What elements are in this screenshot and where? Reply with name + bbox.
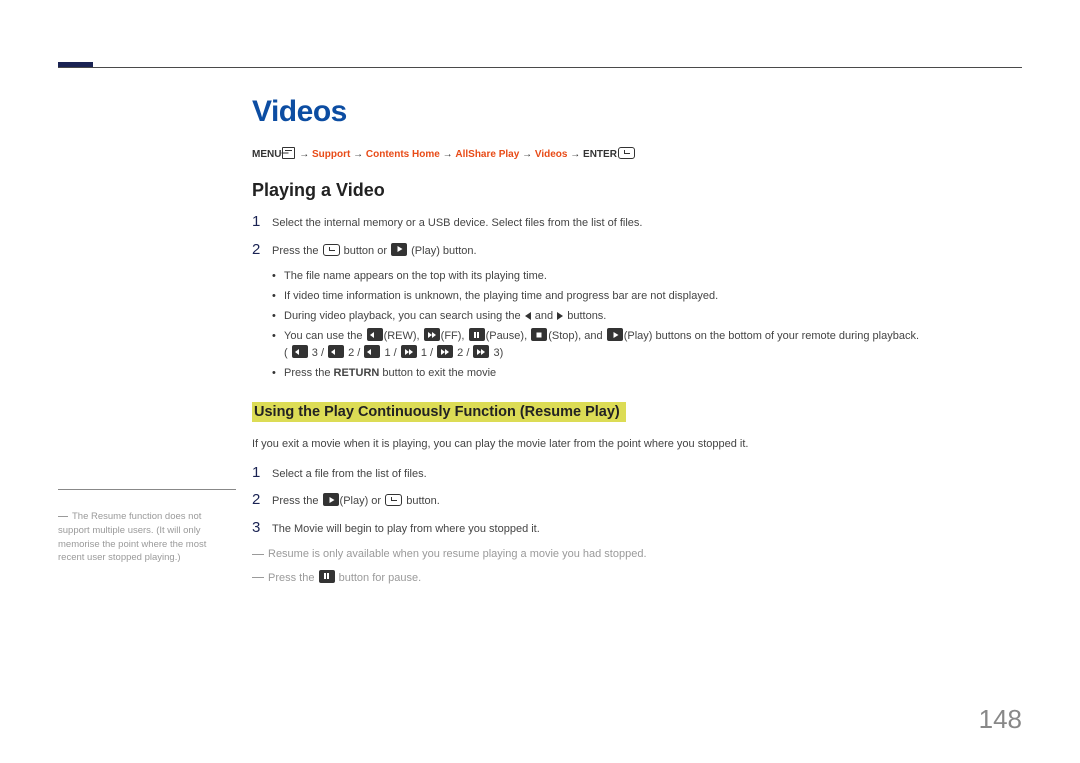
menu-icon [282,147,295,159]
crumb-videos: Videos [535,149,568,160]
step-number: 3 [252,519,272,536]
play-icon [607,328,623,341]
footnote: Press the button for pause. [252,570,1022,588]
rew-icon [328,345,344,358]
crumb-contents-home: Contents Home [366,149,440,160]
enter-icon [618,147,635,159]
page-number: 148 [979,704,1022,735]
step-number: 2 [252,241,272,258]
dash-icon [58,516,68,517]
step-number: 1 [252,464,272,481]
top-rule [58,67,1022,68]
step-row: 2 Press the (Play) or button. [252,491,1022,511]
rew-icon [367,328,383,341]
ff-icon [437,345,453,358]
rew-icon [292,345,308,358]
pause-icon [469,328,485,341]
ff-icon [401,345,417,358]
play-icon [323,493,339,506]
bullet-item: Press the RETURN button to exit the movi… [272,365,1022,382]
crumb-support: Support [312,149,350,160]
manual-page: The Resume function does not support mul… [0,0,1080,763]
step-text: Select the internal memory or a USB devi… [272,215,642,233]
crumb-menu: MENU [252,149,281,160]
step-text: Press the button or (Play) button. [272,243,477,261]
rew-icon [364,345,380,358]
crumb-allshare-play: AllShare Play [455,149,519,160]
pause-icon [319,570,335,583]
page-title: Videos [252,95,1022,129]
enter-icon [385,494,402,506]
bullet-item: If video time information is unknown, th… [272,288,1022,305]
step-number: 1 [252,213,272,230]
dash-icon [252,554,264,555]
highlighted-heading: Using the Play Continuously Function (Re… [252,402,626,422]
intro-paragraph: If you exit a movie when it is playing, … [252,436,1022,453]
bullet-item: You can use the (REW), (FF), (Pause), (S… [272,328,1022,362]
step-text: Press the (Play) or button. [272,493,440,511]
dash-icon [252,577,264,578]
step-row: 3 The Movie will begin to play from wher… [252,519,1022,539]
stop-icon [531,328,547,341]
right-arrow-icon [557,312,563,320]
step-row: 2 Press the button or (Play) button. [252,241,1022,261]
footnote: Resume is only available when you resume… [252,546,1022,564]
ff-icon [424,328,440,341]
footnote-text: Resume is only available when you resume… [268,548,647,560]
step-number: 2 [252,491,272,508]
step-row: 1 Select the internal memory or a USB de… [252,213,1022,233]
bullet-item: During video playback, you can search us… [272,308,1022,325]
bullet-item: The file name appears on the top with it… [272,268,1022,285]
sidebar-note: The Resume function does not support mul… [58,510,233,565]
content-area: Videos MENU → Support → Contents Home → … [252,95,1022,593]
left-arrow-icon [525,312,531,320]
step-text: The Movie will begin to play from where … [272,521,540,539]
sidebar-note-text: The Resume function does not support mul… [58,511,206,563]
enter-icon [323,244,340,256]
section-heading-playing: Playing a Video [252,180,1022,201]
step-row: 1 Select a file from the list of files. [252,464,1022,484]
ff-icon [473,345,489,358]
breadcrumb: MENU → Support → Contents Home → AllShar… [252,147,1022,160]
step-text: Select a file from the list of files. [272,466,427,484]
play-icon [391,243,407,256]
crumb-enter: ENTER [583,149,617,160]
sidebar-rule [58,489,236,490]
bullet-list: The file name appears on the top with it… [252,268,1022,382]
